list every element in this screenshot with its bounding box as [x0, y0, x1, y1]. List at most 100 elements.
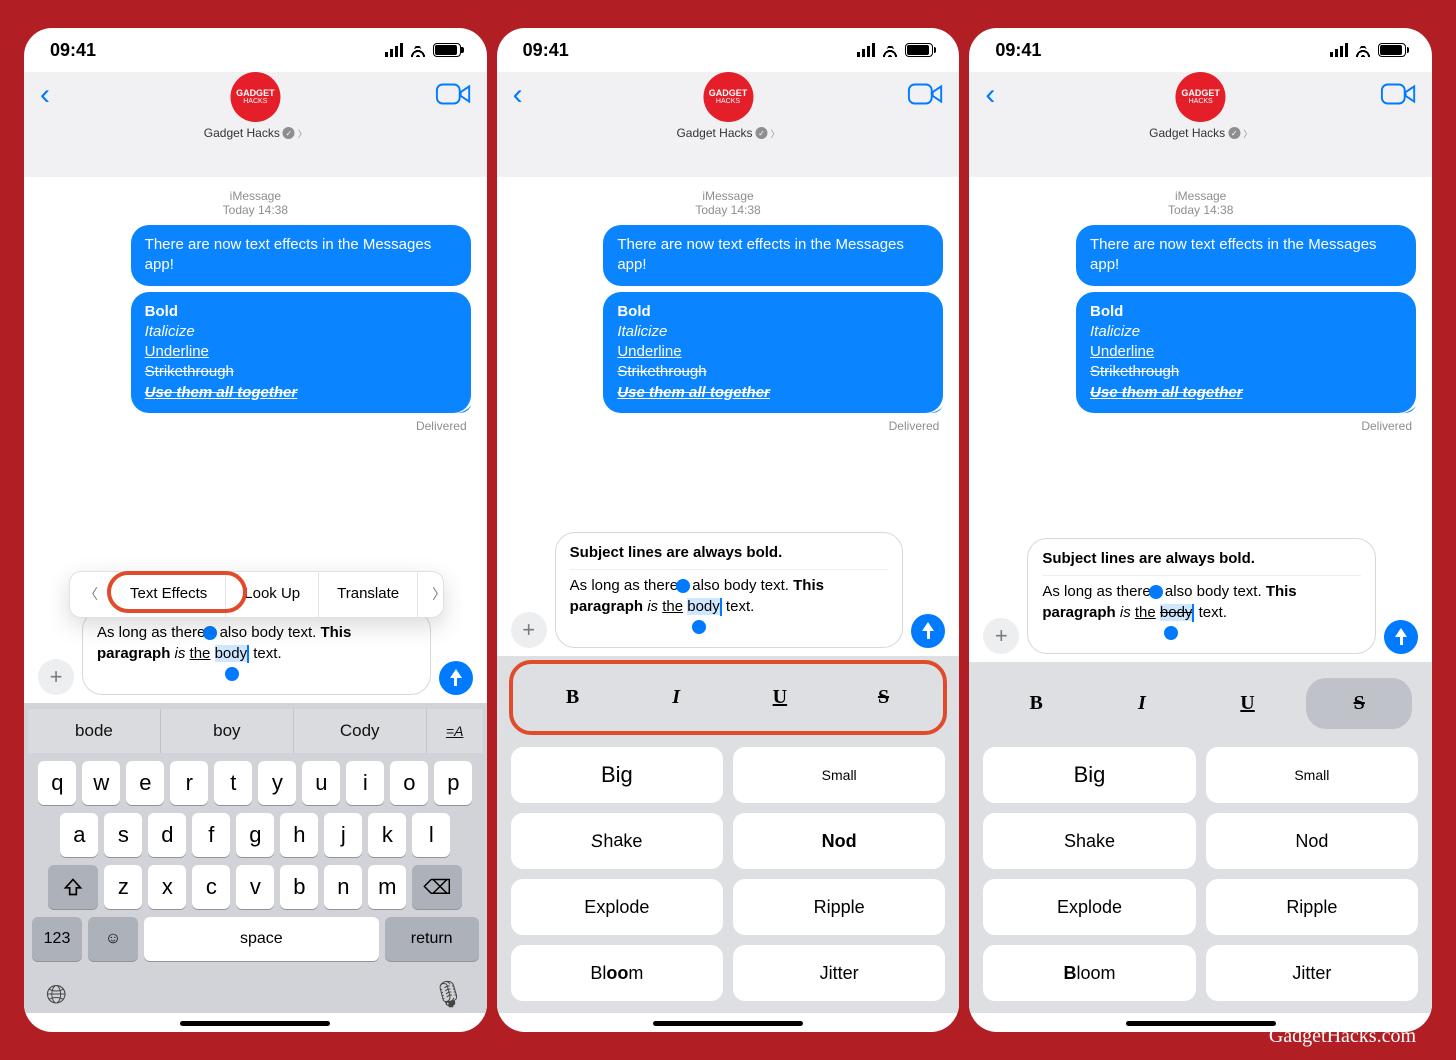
return-key[interactable]: return — [385, 917, 479, 961]
selection-handle-icon[interactable] — [225, 667, 239, 681]
emoji-key[interactable]: ☺ — [88, 917, 138, 961]
sent-bubble-2[interactable]: Bold Italicize Underline Strikethrough U… — [131, 292, 471, 413]
sent-bubble-2[interactable]: BoldItalicizeUnderlineStrikethroughUse t… — [603, 292, 943, 413]
key-j[interactable]: j — [324, 813, 362, 857]
key-v[interactable]: v — [236, 865, 274, 909]
facetime-button[interactable] — [1380, 80, 1422, 110]
contact-header[interactable]: GADGETHACKS Gadget Hacks ✓ 〉 — [204, 72, 307, 140]
home-indicator[interactable] — [180, 1021, 330, 1026]
effect-shake[interactable]: Shake — [983, 813, 1195, 869]
effects-grid: Big Small Shake Nod Explode Ripple Bloom… — [507, 741, 950, 1001]
menu-look-up[interactable]: Look Up — [226, 572, 319, 616]
format-toggle-icon[interactable]: =A — [427, 709, 483, 753]
menu-text-effects[interactable]: Text Effects — [112, 572, 226, 616]
selection-handle-icon[interactable] — [692, 620, 706, 634]
effect-bloom[interactable]: Bloom — [983, 945, 1195, 1001]
effect-jitter[interactable]: Jitter — [1206, 945, 1418, 1001]
suggestion[interactable]: bode — [28, 709, 161, 753]
bold-button[interactable]: B — [983, 680, 1089, 727]
key-i[interactable]: i — [346, 761, 384, 805]
key-g[interactable]: g — [236, 813, 274, 857]
effect-ripple[interactable]: Ripple — [1206, 879, 1418, 935]
home-indicator[interactable] — [1126, 1021, 1276, 1026]
numbers-key[interactable]: 123 — [32, 917, 82, 961]
strike-button[interactable]: S — [1306, 678, 1412, 729]
key-u[interactable]: u — [302, 761, 340, 805]
italic-button[interactable]: I — [624, 674, 728, 721]
sent-bubble-1[interactable]: There are now text effects in the Messag… — [1076, 225, 1416, 286]
key-a[interactable]: a — [60, 813, 98, 857]
key-n[interactable]: n — [324, 865, 362, 909]
back-button[interactable]: ‹ — [507, 78, 529, 112]
sent-bubble-1[interactable]: There are now text effects in the Messag… — [603, 225, 943, 286]
key-y[interactable]: y — [258, 761, 296, 805]
key-z[interactable]: z — [104, 865, 142, 909]
menu-next-icon[interactable]: 〉 — [418, 573, 444, 616]
key-l[interactable]: l — [412, 813, 450, 857]
effect-explode[interactable]: Explode — [983, 879, 1195, 935]
send-button[interactable] — [439, 661, 473, 695]
key-r[interactable]: r — [170, 761, 208, 805]
italic-button[interactable]: I — [1089, 680, 1195, 727]
apps-button[interactable]: + — [983, 618, 1019, 654]
back-button[interactable]: ‹ — [34, 78, 56, 112]
delete-key[interactable]: ⌫ — [412, 865, 462, 909]
suggestion[interactable]: boy — [161, 709, 294, 753]
home-indicator[interactable] — [653, 1021, 803, 1026]
key-b[interactable]: b — [280, 865, 318, 909]
key-t[interactable]: t — [214, 761, 252, 805]
key-m[interactable]: m — [368, 865, 406, 909]
sent-bubble-2[interactable]: BoldItalicizeUnderlineStrikethroughUse t… — [1076, 292, 1416, 413]
key-x[interactable]: x — [148, 865, 186, 909]
effect-jitter[interactable]: Jitter — [733, 945, 945, 1001]
effect-ripple[interactable]: Ripple — [733, 879, 945, 935]
effect-bloom[interactable]: Bloom — [511, 945, 723, 1001]
effect-small[interactable]: Small — [733, 747, 945, 803]
effect-nod[interactable]: Nod — [1206, 813, 1418, 869]
strike-button[interactable]: S — [832, 674, 936, 721]
suggestion[interactable]: Cody — [294, 709, 427, 753]
sent-bubble-1[interactable]: There are now text effects in the Messag… — [131, 225, 471, 286]
underline-button[interactable]: U — [1195, 680, 1301, 727]
underline-button[interactable]: U — [728, 674, 832, 721]
key-w[interactable]: w — [82, 761, 120, 805]
effect-big[interactable]: Big — [983, 747, 1195, 803]
effect-shake[interactable]: Shake — [511, 813, 723, 869]
back-button[interactable]: ‹ — [979, 78, 1001, 112]
selection-handle-icon[interactable] — [1164, 626, 1178, 640]
contact-header[interactable]: GADGETHACKS Gadget Hacks✓〉 — [1149, 72, 1252, 140]
apps-button[interactable]: + — [38, 659, 74, 695]
effect-small[interactable]: Small — [1206, 747, 1418, 803]
send-button[interactable] — [911, 614, 945, 648]
effect-big[interactable]: Big — [511, 747, 723, 803]
facetime-button[interactable] — [907, 80, 949, 110]
key-d[interactable]: d — [148, 813, 186, 857]
effect-explode[interactable]: Explode — [511, 879, 723, 935]
compose-field[interactable]: Subject lines are always bold. As long a… — [555, 532, 904, 648]
key-q[interactable]: q — [38, 761, 76, 805]
globe-icon[interactable]: 🌐︎ — [46, 979, 67, 1011]
shift-key[interactable] — [48, 865, 98, 909]
key-o[interactable]: o — [390, 761, 428, 805]
key-h[interactable]: h — [280, 813, 318, 857]
menu-prev-icon[interactable]: 〈 — [70, 573, 112, 616]
effect-nod[interactable]: Nod — [733, 813, 945, 869]
compose-field[interactable]: Subject lines are always bold. As long a… — [1027, 538, 1376, 654]
compose-field[interactable]: 〈 Text Effects Look Up Translate 〉 Subje… — [82, 610, 431, 695]
contact-header[interactable]: GADGETHACKS Gadget Hacks✓〉 — [676, 72, 779, 140]
key-f[interactable]: f — [192, 813, 230, 857]
mic-icon[interactable]: 🎙︎ — [432, 979, 465, 1011]
menu-translate[interactable]: Translate — [319, 572, 418, 616]
bold-button[interactable]: B — [521, 674, 625, 721]
send-button[interactable] — [1384, 620, 1418, 654]
key-s[interactable]: s — [104, 813, 142, 857]
apps-button[interactable]: + — [511, 612, 547, 648]
facetime-button[interactable] — [435, 80, 477, 110]
nav-header: ‹ GADGETHACKS Gadget Hacks ✓ 〉 — [24, 72, 487, 177]
key-e[interactable]: e — [126, 761, 164, 805]
key-p[interactable]: p — [434, 761, 472, 805]
space-key[interactable]: space — [144, 917, 379, 961]
key-c[interactable]: c — [192, 865, 230, 909]
key-k[interactable]: k — [368, 813, 406, 857]
wifi-icon — [881, 43, 899, 57]
